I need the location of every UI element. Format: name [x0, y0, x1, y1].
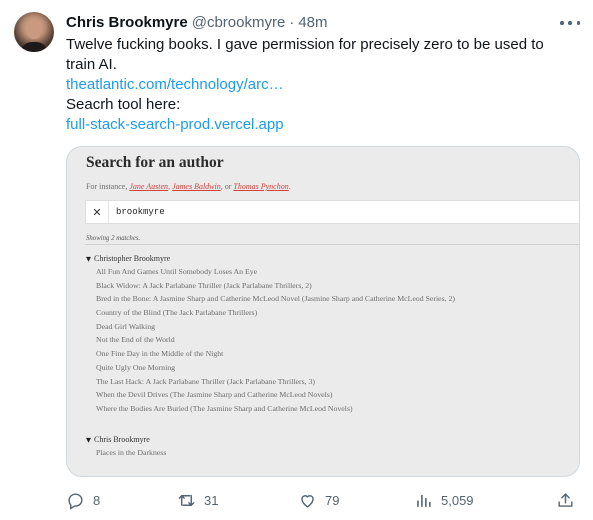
disclosure-triangle-icon: ▼ [86, 436, 91, 444]
avatar-shirt [20, 42, 48, 52]
divider [85, 244, 579, 245]
repost-button[interactable]: 31 [177, 486, 218, 514]
reply-count: 8 [93, 492, 101, 508]
media-screenshot[interactable]: Search for an author For instance, Jane … [66, 146, 580, 477]
book-title: When the Devil Drives (The Jasmine Sharp… [96, 390, 333, 400]
reply-button[interactable]: 8 [66, 486, 100, 514]
like-count: 79 [325, 492, 340, 508]
display-name[interactable]: Chris Brookmyre [66, 14, 188, 31]
author-name: Christopher Brookmyre [94, 254, 171, 263]
hint-author-link[interactable]: James Baldwin [172, 182, 221, 191]
views-icon [417, 494, 431, 507]
hint-or: , or [220, 182, 232, 191]
book-title: The Last Hack: A Jack Parlabane Thriller… [96, 376, 316, 386]
author-group: ▼ Chris Brookmyre Places in the Darkness [86, 433, 166, 460]
tweet-text-line: Seacrh tool here: [66, 96, 181, 113]
book-title: Where the Bodies Are Buried (The Jasmine… [96, 403, 353, 413]
book-title: One Fine Day in the Middle of the Night [96, 349, 224, 359]
view-count: 5,059 [441, 492, 474, 508]
tweet-text: Twelve fucking books. I gave permission … [66, 35, 576, 135]
author-search-box: ✕ [85, 200, 579, 224]
avatar[interactable] [14, 12, 54, 52]
tweet-text-line: Twelve fucking books. I gave permission … [66, 36, 544, 53]
repost-count: 31 [204, 492, 219, 508]
share-icon [558, 492, 573, 507]
author-name: Chris Brookmyre [94, 435, 150, 444]
search-divider [108, 201, 109, 223]
book-title: Black Widow: A Jack Parlabane Thriller (… [96, 280, 312, 290]
repost-icon [178, 494, 195, 506]
tweet: Chris Brookmyre @cbrookmyre · 48m Twelve… [0, 0, 593, 520]
book-title: Dead Girl Walking [96, 321, 155, 331]
search-page-title: Search for an author [86, 154, 224, 171]
tweet-text-line: train AI. [66, 56, 117, 73]
more-icon[interactable] [560, 14, 580, 32]
handle[interactable]: @cbrookmyre [192, 14, 286, 31]
hint-suffix: . [288, 182, 291, 191]
disclosure-triangle-icon: ▼ [86, 255, 91, 263]
share-button[interactable] [556, 486, 575, 514]
timestamp[interactable]: 48m [298, 14, 327, 31]
tweet-header: Chris Brookmyre @cbrookmyre · 48m [66, 12, 328, 32]
book-title: Places in the Darkness [96, 448, 167, 457]
hint-prefix: For instance, [86, 182, 128, 191]
search-tool-link[interactable]: full-stack-search-prod.vercel.app [66, 115, 576, 135]
avatar-face [26, 19, 42, 39]
action-bar: 8 31 79 5,059 [0, 486, 593, 514]
author-group-header[interactable]: ▼ Christopher Brookmyre [86, 252, 455, 265]
match-count: Showing 2 matches. [86, 235, 141, 242]
close-icon[interactable]: ✕ [88, 201, 106, 223]
hint-author-link[interactable]: Jane Austen [129, 182, 168, 191]
book-title: Country of the Blind (The Jack Parlabane… [96, 308, 258, 318]
views-button[interactable]: 5,059 [414, 486, 474, 514]
article-link[interactable]: theatlantic.com/technology/arc… [66, 75, 576, 95]
like-icon [301, 494, 314, 508]
separator-dot: · [289, 13, 295, 31]
search-hint: For instance, Jane Austen, James Baldwin… [86, 182, 291, 191]
author-group: ▼ Christopher Brookmyre All Fun And Games… [86, 252, 455, 416]
book-title: Bred in the Bone: A Jasmine Sharp and Ca… [96, 294, 456, 304]
author-search-input[interactable] [116, 201, 516, 223]
like-button[interactable]: 79 [298, 486, 339, 514]
hint-author-link[interactable]: Thomas Pynchon [233, 182, 288, 191]
book-title: Quite Ugly One Morning [96, 362, 176, 372]
reply-icon [68, 492, 83, 510]
book-title: Not the End of the World [96, 335, 175, 345]
author-group-header[interactable]: ▼ Chris Brookmyre [86, 433, 166, 446]
book-title: All Fun And Games Until Somebody Loses A… [96, 267, 258, 276]
